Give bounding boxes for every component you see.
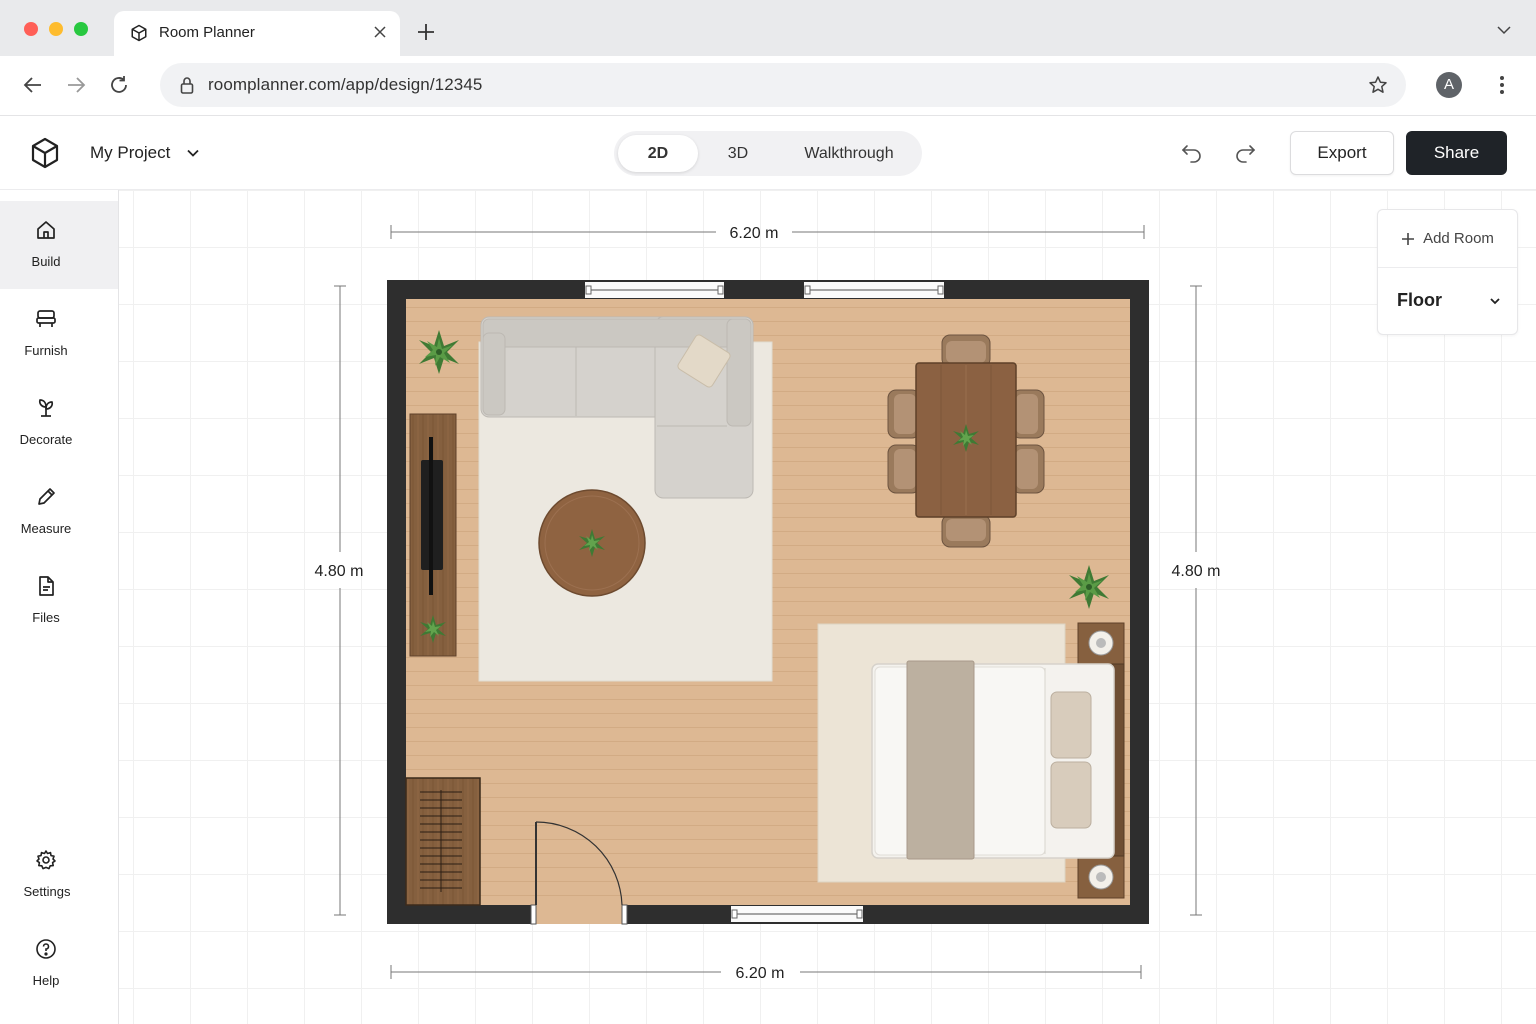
chair-icon [36, 310, 56, 327]
plus-icon [1402, 232, 1415, 245]
sidebar-item-label: Files [32, 610, 60, 625]
chevron-down-icon [187, 149, 199, 157]
sidebar-item-measure[interactable]: Measure [0, 468, 118, 556]
address-bar[interactable]: roomplanner.com/app/design/12345 [160, 63, 1406, 107]
cube-icon [131, 24, 147, 42]
new-tab-icon[interactable] [416, 22, 436, 42]
more-options-icon[interactable] [1492, 74, 1512, 96]
plant-icon [38, 399, 54, 417]
browser-toolbar: roomplanner.com/app/design/12345 A [0, 56, 1536, 116]
project-selector[interactable]: My Project [90, 143, 200, 163]
sidebar-item-label: Help [32, 973, 60, 988]
room-panel: Add Room Floor [1377, 209, 1518, 335]
add-room-label: Add Room [1423, 230, 1494, 247]
bed[interactable] [871, 660, 1125, 860]
sidebar-item-label: Settings [23, 884, 71, 899]
sidebar-item-build[interactable]: Build [0, 201, 118, 289]
app-header: My Project 2D 3D Walkthrough Export Shar… [0, 117, 1536, 190]
help-icon [36, 939, 56, 959]
design-canvas[interactable]: 6.20 m 6.20 m 4.80 m 4.80 m [119, 190, 1536, 1024]
window-top-left[interactable] [585, 282, 724, 298]
export-button[interactable]: Export [1290, 131, 1394, 175]
dimension-label: 4.80 m [315, 563, 364, 580]
sidebar-item-label: Decorate [19, 432, 73, 447]
chevron-down-icon [1490, 297, 1500, 304]
back-icon[interactable] [22, 74, 44, 96]
view-3d-button[interactable]: 3D [702, 135, 774, 172]
sidebar-item-label: Build [31, 254, 61, 269]
dimension-top[interactable]: 6.20 m [390, 225, 1145, 242]
url-text: roomplanner.com/app/design/12345 [208, 75, 483, 94]
lock-icon [180, 77, 194, 94]
chevron-down-icon[interactable] [1496, 22, 1512, 38]
project-name: My Project [90, 143, 171, 162]
close-window-button[interactable] [24, 22, 38, 36]
sidebar-item-label: Measure [20, 521, 72, 536]
redo-icon[interactable] [1233, 142, 1257, 164]
dimension-label: 4.80 m [1172, 563, 1221, 580]
dimension-bottom[interactable]: 6.20 m [390, 965, 1142, 982]
sidebar-item-furnish[interactable]: Furnish [0, 290, 118, 378]
window-top-right[interactable] [804, 282, 944, 298]
dimension-left[interactable]: 4.80 m [315, 285, 364, 916]
profile-avatar[interactable]: A [1436, 72, 1462, 98]
minimize-window-button[interactable] [49, 22, 63, 36]
window-bottom[interactable] [731, 906, 863, 922]
floor-plan: 6.20 m 6.20 m 4.80 m 4.80 m [315, 225, 1221, 982]
sidebar-item-settings[interactable]: Settings [0, 831, 118, 919]
tv-console[interactable] [409, 413, 457, 657]
nightstand-top[interactable] [1077, 622, 1125, 666]
share-button[interactable]: Share [1406, 131, 1507, 175]
undo-icon[interactable] [1180, 142, 1204, 164]
view-walkthrough-button[interactable]: Walkthrough [780, 135, 918, 172]
reload-icon[interactable] [108, 74, 130, 96]
forward-icon[interactable] [65, 74, 87, 96]
pencil-icon [38, 488, 55, 505]
tools-sidebar: Build Furnish Decorate Measure Files Set… [0, 190, 119, 1024]
sidebar-item-decorate[interactable]: Decorate [0, 379, 118, 467]
sidebar-item-label: Furnish [24, 343, 68, 358]
browser-tab[interactable]: Room Planner [114, 11, 400, 56]
browser-tabstrip: Room Planner [0, 0, 1536, 56]
add-room-button[interactable]: Add Room [1378, 210, 1517, 268]
maximize-window-button[interactable] [74, 22, 88, 36]
app-logo-icon[interactable] [31, 137, 59, 169]
file-icon [39, 576, 54, 596]
tab-title: Room Planner [159, 24, 255, 41]
gear-icon [36, 850, 56, 870]
view-mode-switcher: 2D 3D Walkthrough [614, 131, 922, 176]
home-icon [37, 221, 55, 239]
dimension-label: 6.20 m [736, 965, 785, 982]
floor-select[interactable]: Floor [1397, 290, 1501, 311]
sidebar-item-help[interactable]: Help [0, 920, 118, 1008]
close-icon[interactable] [372, 24, 388, 40]
sidebar-item-files[interactable]: Files [0, 557, 118, 645]
nightstand-bottom[interactable] [1077, 855, 1125, 899]
coffee-table[interactable] [538, 489, 646, 597]
dresser[interactable] [405, 777, 481, 906]
floor-label: Floor [1397, 290, 1442, 310]
dimension-right[interactable]: 4.80 m [1172, 285, 1221, 916]
view-2d-button[interactable]: 2D [618, 135, 698, 172]
bookmark-star-icon[interactable] [1368, 75, 1388, 95]
dimension-label: 6.20 m [730, 225, 779, 242]
